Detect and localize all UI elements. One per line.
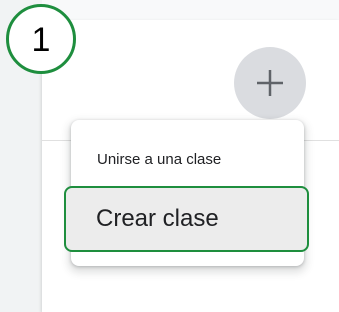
add-class-menu: Unirse a una clase Crear clase	[64, 120, 309, 266]
add-class-button[interactable]	[234, 47, 306, 119]
step-number: 1	[31, 20, 51, 59]
menu-item-create-class[interactable]: Crear clase	[64, 186, 309, 252]
menu-item-join-class[interactable]: Unirse a una clase	[71, 142, 304, 176]
menu-item-create-label: Crear clase	[96, 205, 219, 232]
step-number-badge: 1	[6, 4, 76, 74]
plus-icon	[257, 70, 283, 96]
menu-item-join-label: Unirse a una clase	[97, 150, 222, 168]
top-margin	[42, 0, 339, 20]
